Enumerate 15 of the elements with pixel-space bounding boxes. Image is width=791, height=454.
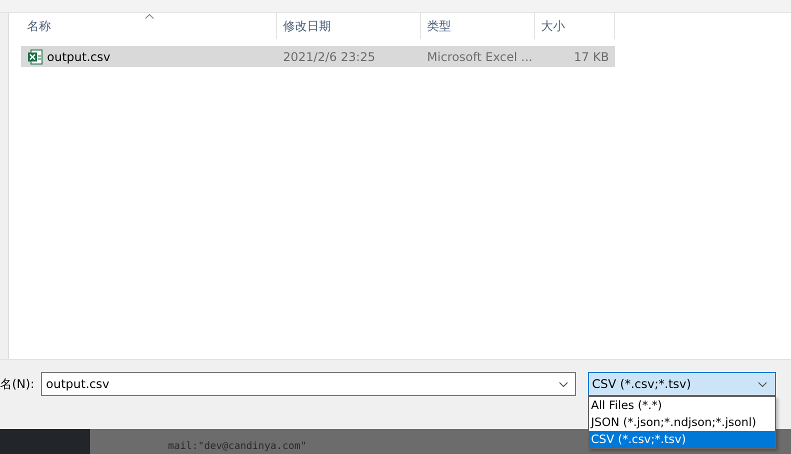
file-name: output.csv: [47, 50, 110, 64]
code-line: mail:"dev@candinya.com": [168, 440, 306, 454]
file-type: Microsoft Excel ...: [426, 50, 534, 64]
filename-label: 名(N):: [0, 376, 36, 393]
chevron-down-icon: [758, 382, 767, 386]
file-size: 17 KB: [572, 50, 610, 64]
spreadsheet-icon: [27, 48, 43, 64]
file-type-option[interactable]: JSON (*.json;*.ndjson;*.jsonl): [589, 414, 775, 431]
file-type-option[interactable]: CSV (*.csv;*.tsv): [589, 431, 775, 448]
chevron-down-icon: [559, 382, 568, 387]
file-row[interactable]: output.csv 2021/2/6 23:25 Microsoft Excel ... 17 KB: [21, 46, 615, 67]
file-type-dropdown[interactable]: CSV (*.csv;*.tsv): [588, 372, 776, 396]
filename-field[interactable]: output.csv: [41, 372, 576, 396]
file-type-option[interactable]: All Files (*.*): [589, 397, 775, 414]
modified-date: 2021/2/6 23:25: [282, 50, 376, 64]
